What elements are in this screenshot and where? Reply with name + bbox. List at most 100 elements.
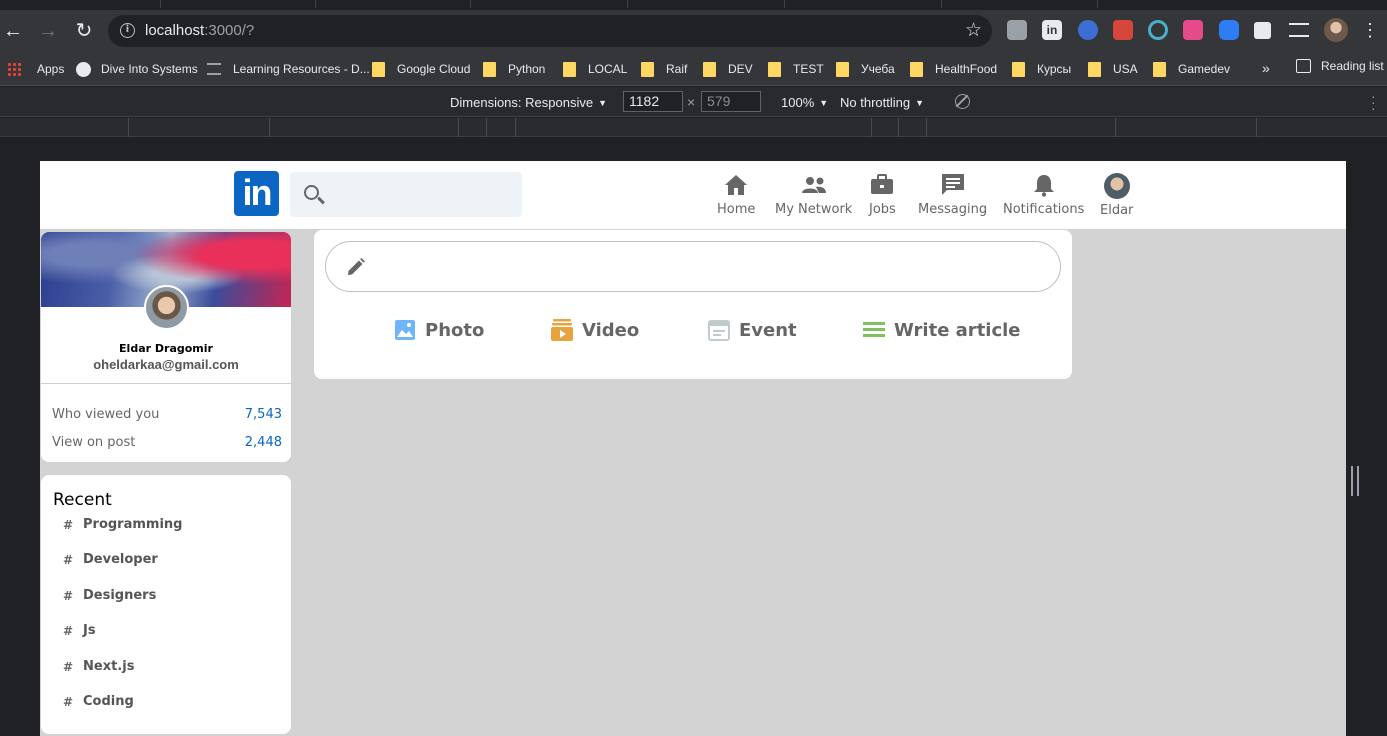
hash-icon: # [63, 517, 74, 532]
reading-list-icon [1296, 59, 1311, 73]
extension-icon[interactable] [1007, 20, 1027, 40]
start-post-input[interactable] [325, 241, 1061, 292]
bookmark-folder[interactable]: Gamedev [1153, 59, 1230, 79]
dimensions-dropdown[interactable]: Dimensions: Responsive ▼ [450, 95, 607, 110]
bookmark-folder[interactable]: USA [1088, 59, 1138, 79]
ruler-tick[interactable] [128, 118, 129, 137]
device-toolbar-menu-icon[interactable]: · · · [1371, 89, 1376, 115]
times-icon: × [687, 94, 696, 110]
linkedin-page: in Home My Network Jobs Messaging Notifi… [40, 161, 1346, 736]
forward-icon[interactable]: → [35, 18, 61, 44]
bookmark-item[interactable]: Dive Into Systems [76, 59, 198, 79]
event-button[interactable]: Event [707, 318, 797, 342]
folder-icon [1088, 61, 1101, 77]
back-icon[interactable]: ← [0, 18, 26, 44]
ruler-tick[interactable] [926, 118, 927, 137]
share-box: Photo Video Event Write article [314, 230, 1072, 379]
bookmark-folder[interactable]: TEST [768, 59, 824, 79]
throttling-dropdown[interactable]: No throttling ▼ [840, 95, 924, 110]
photo-label: Photo [425, 319, 485, 341]
folder-icon [372, 61, 385, 77]
bookmark-folder[interactable]: Raif [641, 59, 687, 79]
ruler-tick[interactable] [898, 118, 899, 137]
extension-icon[interactable] [1078, 20, 1098, 40]
recent-title: Recent [53, 490, 112, 510]
viewport-resize-handle[interactable] [1351, 466, 1359, 496]
profile-email: oheldarkaa@gmail.com [93, 357, 239, 372]
ruler-tick[interactable] [515, 118, 516, 137]
bookmark-apps[interactable]: Apps [7, 59, 64, 79]
bookmark-folder[interactable]: LOCAL [563, 59, 627, 79]
more-bookmarks-button[interactable]: » [1262, 60, 1270, 76]
apps-grid-icon [7, 62, 21, 76]
bookmark-folder[interactable]: Учеба [836, 59, 895, 79]
rotate-icon[interactable] [955, 94, 970, 109]
nav-home[interactable]: Home [717, 173, 755, 217]
ruler-tick[interactable] [458, 118, 459, 137]
recent-item[interactable]: # Coding [63, 694, 134, 709]
recent-item[interactable]: # Programming [63, 517, 182, 532]
search-box[interactable] [290, 172, 522, 217]
bookmark-folder[interactable]: Google Cloud [372, 59, 470, 79]
ruler-tick[interactable] [871, 118, 872, 137]
nav-my-network-label: My Network [775, 202, 853, 217]
recent-item[interactable]: # Designers [63, 588, 156, 603]
site-info-icon[interactable]: i [120, 23, 135, 38]
bookmark-folder[interactable]: DEV [703, 59, 753, 79]
video-button[interactable]: Video [550, 318, 639, 342]
reading-list-button[interactable]: Reading list [1296, 59, 1384, 73]
avatar [1103, 173, 1130, 199]
extension-icon[interactable] [1148, 20, 1168, 40]
calendar-icon [708, 320, 730, 341]
nav-messaging[interactable]: Messaging [918, 173, 987, 217]
stat-row-view-on-post[interactable]: View on post 2,448 [52, 435, 282, 450]
nav-profile[interactable]: Eldar [1100, 173, 1133, 218]
nav-notifications[interactable]: Notifications [1003, 173, 1084, 217]
ruler-tick[interactable] [269, 118, 270, 137]
ruler-tick[interactable] [486, 118, 487, 137]
document-icon [207, 63, 221, 75]
height-input[interactable]: 579 [701, 91, 761, 112]
bookmark-folder[interactable]: Python [483, 59, 545, 79]
recent-item[interactable]: # Developer [63, 552, 158, 567]
zoom-dropdown[interactable]: 100% ▼ [781, 95, 828, 110]
ruler-tick[interactable] [1256, 118, 1257, 137]
nav-my-network[interactable]: My Network [775, 173, 852, 217]
ruler-tick[interactable] [1115, 118, 1116, 137]
media-controls-icon[interactable] [1289, 23, 1309, 37]
search-input[interactable] [334, 180, 514, 208]
avatar[interactable] [144, 285, 189, 330]
nav-jobs[interactable]: Jobs [869, 173, 896, 217]
reload-icon[interactable]: ↻ [71, 18, 97, 44]
photo-button[interactable]: Photo [393, 318, 484, 342]
extension-icon[interactable] [1113, 20, 1133, 40]
bookmark-star-icon[interactable]: ☆ [965, 19, 982, 42]
profile-stats: Who viewed you 7,543 View on post 2,448 [41, 384, 291, 462]
address-bar[interactable]: i localhost:3000/? ☆ [108, 15, 992, 47]
caret-down-icon: ▼ [598, 98, 607, 108]
nav-jobs-label: Jobs [869, 202, 896, 217]
bell-icon [1031, 173, 1057, 197]
stat-row-who-viewed[interactable]: Who viewed you 7,543 [52, 407, 282, 422]
profile-name[interactable]: Eldar Dragomir [41, 342, 291, 355]
extension-icon[interactable] [1183, 20, 1203, 40]
tab-separator [470, 0, 471, 8]
stat-value: 7,543 [244, 407, 282, 422]
recent-item[interactable]: # Js [63, 623, 96, 638]
bookmark-item[interactable]: Learning Resources - D... [207, 59, 370, 79]
linkedin-logo[interactable]: in [234, 171, 279, 216]
tab-separator [1097, 0, 1098, 8]
briefcase-icon [869, 173, 895, 197]
width-input[interactable]: 1182 [623, 91, 683, 112]
bookmark-folder[interactable]: HealthFood [910, 59, 997, 79]
recent-item[interactable]: # Next.js [63, 659, 134, 674]
url-text[interactable]: localhost:3000/? [145, 22, 254, 39]
write-article-button[interactable]: Write article [862, 318, 1021, 342]
tab-separator [160, 0, 161, 8]
bookmark-folder[interactable]: Курсы [1012, 59, 1071, 79]
extension-icon[interactable] [1219, 20, 1239, 40]
browser-menu-icon[interactable]: ⋮ [1361, 19, 1379, 41]
puzzle-icon[interactable] [1254, 22, 1271, 39]
linkedin-extension-icon[interactable]: in [1042, 20, 1062, 40]
browser-profile-avatar[interactable] [1324, 18, 1348, 42]
